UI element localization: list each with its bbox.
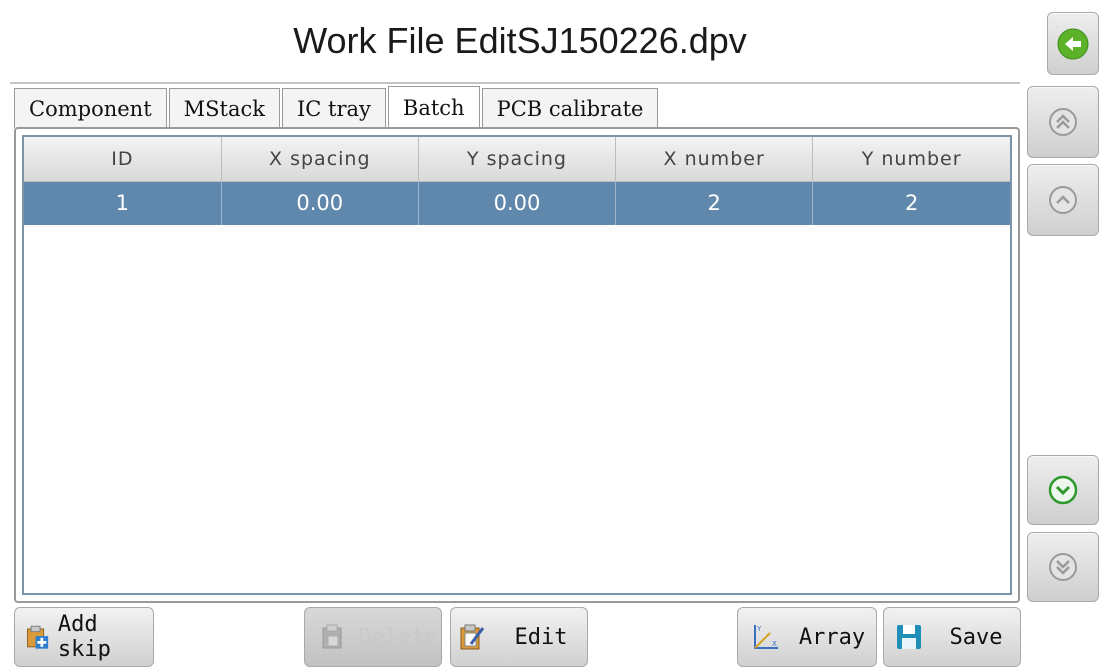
tab-pcb-calibrate[interactable]: PCB calibrate — [481, 88, 659, 128]
back-arrow-icon — [1057, 28, 1089, 59]
column-header-y-spacing[interactable]: Y spacing — [418, 137, 617, 182]
add-skip-label: Add skip — [57, 612, 111, 662]
batch-table-container[interactable]: ID X spacing Y spacing X number Y number… — [22, 135, 1012, 595]
save-label: Save — [949, 624, 1003, 650]
cell-x-number: 2 — [615, 181, 814, 225]
table-header-row: ID X spacing Y spacing X number Y number — [24, 137, 1010, 182]
cell-y-spacing: 0.00 — [418, 181, 617, 225]
table-row[interactable]: 1 0.00 0.00 2 2 — [24, 181, 1010, 225]
tab-component[interactable]: Component — [14, 88, 167, 128]
chevron-down-icon — [1048, 475, 1078, 505]
svg-text:Y: Y — [756, 625, 762, 633]
chevron-up-icon — [1049, 186, 1077, 214]
title-divider — [10, 82, 1020, 84]
add-skip-button[interactable]: Add skip — [14, 607, 154, 667]
delete-label: Delete — [358, 624, 438, 650]
cell-x-spacing: 0.00 — [221, 181, 419, 225]
page-top-button[interactable] — [1027, 86, 1099, 158]
column-header-x-number[interactable]: X number — [615, 137, 814, 182]
delete-icon — [322, 624, 342, 649]
scroll-up-button[interactable] — [1027, 164, 1099, 236]
scroll-down-button[interactable] — [1027, 455, 1099, 525]
column-header-x-spacing[interactable]: X spacing — [221, 137, 419, 182]
tab-bar: Component MStack IC tray Batch PCB calib… — [14, 86, 660, 128]
edit-icon — [460, 624, 485, 650]
save-button[interactable]: Save — [883, 607, 1021, 667]
array-axis-icon: Y X — [754, 625, 778, 649]
add-skip-icon — [27, 625, 49, 649]
edit-button[interactable]: Edit — [450, 607, 588, 667]
delete-button[interactable]: Delete — [304, 607, 442, 667]
array-label: Array — [798, 624, 866, 650]
double-chevron-up-icon — [1049, 108, 1077, 136]
tab-batch[interactable]: Batch — [387, 86, 480, 128]
batch-panel: ID X spacing Y spacing X number Y number… — [14, 127, 1020, 603]
save-disk-icon — [897, 625, 921, 649]
tab-ic-tray[interactable]: IC tray — [281, 88, 386, 128]
array-button[interactable]: Y X Array — [737, 607, 877, 667]
back-button[interactable] — [1047, 12, 1099, 75]
double-chevron-down-icon — [1049, 553, 1077, 581]
column-header-id[interactable]: ID — [24, 137, 222, 182]
page-bottom-button[interactable] — [1027, 532, 1099, 602]
cell-y-number: 2 — [812, 181, 1010, 225]
svg-text:X: X — [772, 640, 777, 648]
cell-id: 1 — [24, 181, 222, 225]
column-header-y-number[interactable]: Y number — [812, 137, 1010, 182]
tab-mstack[interactable]: MStack — [168, 88, 280, 128]
window-title: Work File EditSJ150226.dpv — [293, 20, 747, 61]
batch-table: ID X spacing Y spacing X number Y number… — [24, 137, 1010, 225]
edit-label: Edit — [514, 624, 568, 650]
